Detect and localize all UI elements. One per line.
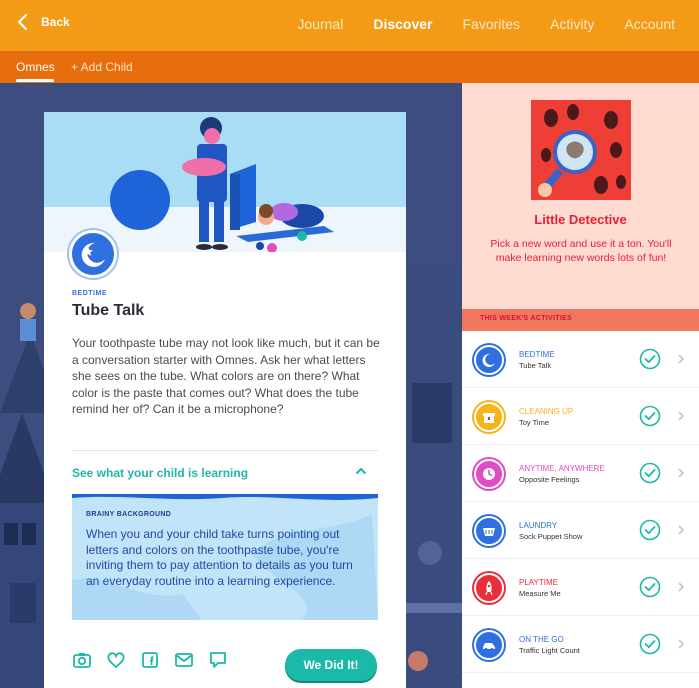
nav-journal[interactable]: Journal bbox=[297, 16, 343, 32]
chevron-left-icon bbox=[18, 14, 27, 30]
nav-account[interactable]: Account bbox=[624, 16, 675, 32]
comment-icon[interactable] bbox=[208, 650, 228, 670]
activity-description: Your toothpaste tube may not look like m… bbox=[72, 336, 380, 416]
weeks-activities-header: THIS WEEK'S ACTIVITIES bbox=[462, 309, 699, 331]
featured-activity[interactable]: Little Detective Pick a new word and use… bbox=[462, 83, 699, 309]
brainy-background-text: When you and your child take turns point… bbox=[86, 527, 353, 588]
rocket-icon bbox=[474, 573, 504, 603]
checkmark-circle-icon[interactable] bbox=[639, 462, 661, 484]
checkmark-circle-icon[interactable] bbox=[639, 576, 661, 598]
bedtime-moon-badge bbox=[69, 230, 117, 278]
item-category: ON THE GO bbox=[519, 635, 564, 644]
list-item[interactable]: ON THE GO Traffic Light Count bbox=[462, 616, 699, 673]
nav-activity[interactable]: Activity bbox=[550, 16, 594, 32]
list-item[interactable]: LAUNDRY Sock Puppet Show bbox=[462, 502, 699, 559]
chevron-right-icon[interactable] bbox=[677, 524, 685, 536]
featured-title: Little Detective bbox=[534, 212, 627, 227]
top-navigation-bar: Back Journal Discover Favorites Activity… bbox=[0, 0, 699, 51]
weeks-activities-heading: THIS WEEK'S ACTIVITIES bbox=[480, 315, 573, 322]
item-name: Traffic Light Count bbox=[519, 646, 580, 655]
add-child-link[interactable]: + Add Child bbox=[71, 60, 133, 74]
activity-category: BEDTIME bbox=[72, 290, 107, 297]
nav-favorites[interactable]: Favorites bbox=[462, 16, 520, 32]
learning-toggle[interactable]: See what your child is learning bbox=[72, 466, 248, 480]
brainy-background-title: BRAINY BACKGROUND bbox=[86, 511, 172, 518]
list-item[interactable]: PLAYTIME Measure Me bbox=[462, 559, 699, 616]
item-name: Toy Time bbox=[519, 418, 550, 427]
section-divider bbox=[72, 450, 378, 451]
camera-icon[interactable] bbox=[72, 650, 92, 670]
brainy-background-panel: BRAINY BACKGROUND When you and your chil… bbox=[72, 494, 378, 620]
active-tab-indicator bbox=[16, 79, 54, 82]
list-item[interactable]: ANYTIME, ANYWHERE Opposite Feelings bbox=[462, 445, 699, 502]
clock-icon bbox=[474, 459, 504, 489]
item-category: ANYTIME, ANYWHERE bbox=[519, 464, 605, 473]
chevron-right-icon[interactable] bbox=[677, 353, 685, 365]
item-category: CLEANING UP bbox=[519, 407, 574, 416]
item-category: PLAYTIME bbox=[519, 578, 558, 587]
checkmark-circle-icon[interactable] bbox=[639, 405, 661, 427]
item-name: Opposite Feelings bbox=[519, 475, 580, 484]
featured-description: Pick a new word and use it a ton. You'll… bbox=[490, 238, 672, 264]
list-item[interactable]: BEDTIME Tube Talk bbox=[462, 331, 699, 388]
moon-icon bbox=[474, 345, 504, 375]
chevron-right-icon[interactable] bbox=[677, 581, 685, 593]
laundry-basket-icon bbox=[474, 516, 504, 546]
heart-icon[interactable] bbox=[106, 650, 126, 670]
moon-icon bbox=[81, 242, 105, 267]
list-item[interactable]: CLEANING UP Toy Time bbox=[462, 388, 699, 445]
chevron-up-icon[interactable] bbox=[355, 464, 367, 482]
chevron-right-icon[interactable] bbox=[677, 638, 685, 650]
back-label: Back bbox=[41, 15, 70, 29]
facebook-icon[interactable] bbox=[140, 650, 160, 670]
item-category: LAUNDRY bbox=[519, 521, 558, 530]
item-name: Measure Me bbox=[519, 589, 561, 598]
we-did-it-button[interactable]: We Did It! bbox=[285, 649, 377, 681]
checkmark-circle-icon[interactable] bbox=[639, 519, 661, 541]
magnifying-glass-illustration bbox=[531, 100, 631, 200]
activity-title: Tube Talk bbox=[72, 302, 145, 319]
checkmark-circle-icon[interactable] bbox=[639, 633, 661, 655]
little-detective-image bbox=[531, 100, 631, 200]
weekly-activities-list: BEDTIME Tube Talk CLEANING UP Toy Time A… bbox=[462, 331, 699, 688]
item-category: BEDTIME bbox=[519, 350, 555, 359]
chevron-right-icon[interactable] bbox=[677, 467, 685, 479]
car-icon bbox=[474, 630, 504, 660]
checkmark-circle-icon[interactable] bbox=[639, 348, 661, 370]
chevron-right-icon[interactable] bbox=[677, 410, 685, 422]
nav-discover[interactable]: Discover bbox=[373, 16, 432, 32]
back-button[interactable]: Back bbox=[18, 14, 70, 30]
item-name: Tube Talk bbox=[519, 361, 552, 370]
item-name: Sock Puppet Show bbox=[519, 532, 583, 541]
card-actions bbox=[72, 650, 228, 670]
child-tab-omnes[interactable]: Omnes bbox=[16, 60, 55, 74]
child-tabs-bar: Omnes + Add Child bbox=[0, 51, 699, 83]
main-nav: Journal Discover Favorites Activity Acco… bbox=[267, 16, 675, 32]
mail-icon[interactable] bbox=[174, 650, 194, 670]
activity-card: BEDTIME Tube Talk Your toothpaste tube m… bbox=[44, 112, 406, 688]
toy-box-icon bbox=[474, 402, 504, 432]
